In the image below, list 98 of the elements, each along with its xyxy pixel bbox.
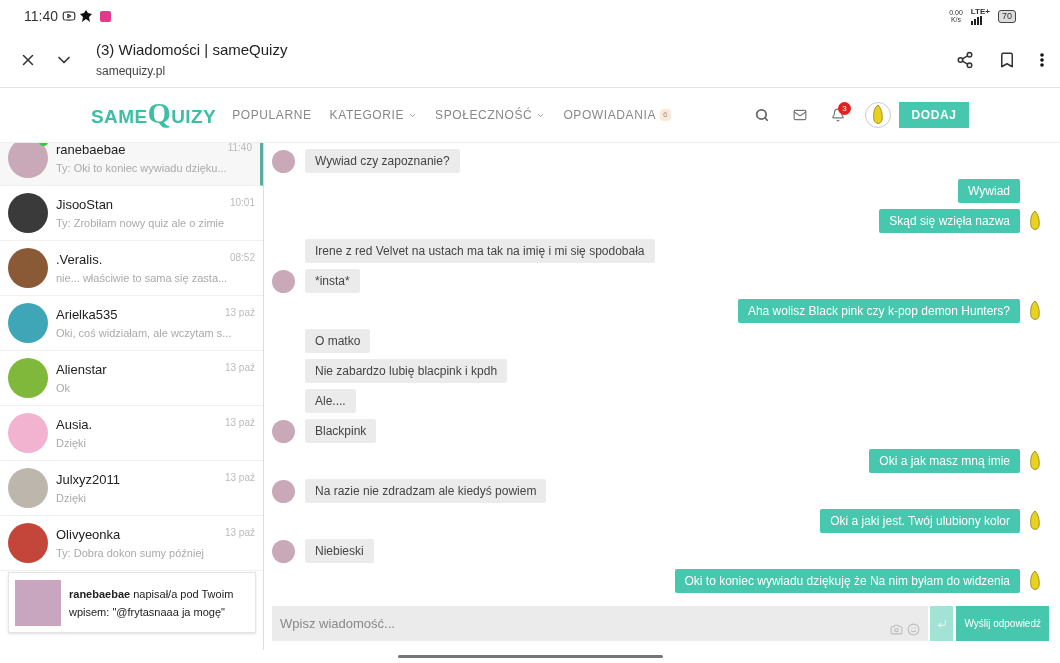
share-button[interactable] xyxy=(956,50,974,69)
search-icon xyxy=(755,108,769,122)
message-bubble: Niebieski xyxy=(305,539,374,563)
avatar xyxy=(272,539,295,563)
message-bubble: Wywiad xyxy=(958,179,1020,203)
banana-avatar-icon xyxy=(1028,570,1042,592)
message-time: 13 paź xyxy=(224,526,255,540)
avatar xyxy=(8,358,48,398)
message-preview: nie... właściwie to sama się zasta... xyxy=(56,270,229,286)
banana-avatar-icon xyxy=(871,104,885,126)
conversation-item[interactable]: Alienstar 13 paź Ok xyxy=(0,351,263,406)
banana-avatar-icon xyxy=(1028,210,1042,232)
message-time: 11:40 xyxy=(227,143,252,155)
notification-badge: 3 xyxy=(838,102,851,115)
message-time: 13 paź xyxy=(224,361,255,375)
message-bubble: Nie zabardzo lubię blacpink i kpdh xyxy=(305,359,508,383)
bookmark-button[interactable] xyxy=(998,50,1016,69)
contact-name: Arielka535 xyxy=(56,306,118,324)
message-bubble: Oki to koniec wywiadu dziękuję że Na nim byłam do widzenia xyxy=(674,569,1020,593)
signal-icon xyxy=(970,15,983,25)
message-bubble: Blackpink xyxy=(305,419,377,443)
conversation-item[interactable]: .Veralis. 08:52 nie... właściwie to sama się zasta... xyxy=(0,241,263,296)
message-preview: Ty: Oki to koniec wywiadu dzięku... xyxy=(56,160,228,176)
more-options-button[interactable] xyxy=(1040,52,1044,67)
count-badge: 6 xyxy=(660,109,672,121)
contact-name: JisooStan xyxy=(56,196,114,214)
avatar xyxy=(8,523,48,563)
avatar xyxy=(8,248,48,288)
banana-avatar-icon xyxy=(1028,510,1042,532)
message-bubble: *insta* xyxy=(305,269,360,293)
conversation-item[interactable]: Julxyz2011 13 paź Dzięki xyxy=(0,461,263,516)
page-url: samequizy.pl xyxy=(96,62,167,80)
message-bubble: Oki a jak masz mną imie xyxy=(869,449,1020,473)
clock-time: 11:40 xyxy=(24,6,58,26)
contact-name: Olivyeonka xyxy=(56,526,121,544)
notifications-button[interactable] xyxy=(831,108,845,122)
message-bubble: Irene z red Velvet na ustach ma tak na imię i mi się spodobała xyxy=(305,239,655,263)
avatar xyxy=(8,468,48,508)
message-input[interactable]: Wpisz wiadomość... xyxy=(280,613,891,634)
message-time: 13 paź xyxy=(224,471,255,485)
mail-icon xyxy=(793,108,807,122)
message-bubble: Aha wolisz Black pink czy k-pop demon Hunters? xyxy=(737,299,1020,323)
nav-link[interactable]: SPOŁECZNOŚĆ xyxy=(435,106,546,124)
contact-name: ranebaebae xyxy=(56,143,126,159)
message-preview: Dzięki xyxy=(56,490,87,506)
message-preview: Dzięki xyxy=(56,435,87,451)
bell-icon xyxy=(831,108,845,122)
contact-name: Alienstar xyxy=(56,361,107,379)
avatar xyxy=(8,193,48,233)
contact-name: .Veralis. xyxy=(56,251,103,269)
notification-text: ranebaebae napisał/a pod Twoim wpisem: "@frytasnaaa ja mogę" xyxy=(69,586,235,620)
message-bubble: O matko xyxy=(305,329,371,353)
battery-indicator: 70 xyxy=(998,9,1016,23)
message-time: 13 paź xyxy=(224,416,255,430)
avatar xyxy=(272,269,295,293)
avatar xyxy=(8,303,48,343)
banana-avatar-icon xyxy=(1028,300,1042,322)
nav-link[interactable]: KATEGORIE xyxy=(329,106,418,124)
conversation-item[interactable]: Arielka535 13 paź Oki, coś widziałam, ale wczytam s... xyxy=(0,296,263,351)
photo-placeholder xyxy=(15,579,61,626)
message-time: 13 paź xyxy=(224,306,255,320)
message-time: 08:52 xyxy=(229,251,255,265)
avatar xyxy=(272,419,295,443)
video-app-icon xyxy=(62,9,76,23)
message-bubble: Na razie nie zdradzam ale kiedyś powiem xyxy=(305,479,547,503)
message-time: 10:01 xyxy=(229,196,255,210)
message-preview: Ty: Zrobiłam nowy quiz ale o zimie xyxy=(56,215,226,231)
mail-button[interactable] xyxy=(793,108,807,122)
message-bubble: Oki a jaki jest. Twój ulubiony kolor xyxy=(820,509,1020,533)
search-button[interactable] xyxy=(755,108,769,122)
avatar xyxy=(8,143,48,178)
avatar xyxy=(272,149,295,173)
enter-icon xyxy=(936,618,947,629)
conversation-item[interactable]: Olivyeonka 13 paź Ty: Dobra dokon sumy później xyxy=(0,516,263,571)
notification-popup[interactable]: ranebaebae napisał/a pod Twoim wpisem: "@frytasnaaa ja mogę" xyxy=(8,572,256,633)
message-preview: Ty: Dobra dokon sumy później xyxy=(56,545,205,561)
network-type: LTE+ xyxy=(970,7,990,16)
avatar xyxy=(272,479,295,503)
contact-name: Julxyz2011 xyxy=(56,471,121,489)
message-preview: Ok xyxy=(56,380,72,396)
more-options-icon xyxy=(1040,52,1044,67)
conversation-item[interactable]: Ausia. 13 paź Dzięki xyxy=(0,406,263,461)
message-bubble: Skąd się wzięła nazwa xyxy=(879,209,1020,233)
banana-avatar-icon xyxy=(1028,450,1042,472)
avatar xyxy=(8,413,48,453)
message-bubble: Wywiad czy zapoznanie? xyxy=(305,149,460,173)
message-bubble: Ale.... xyxy=(305,389,356,413)
page-title: (3) Wiadomości | sameQuizy xyxy=(96,40,288,61)
contact-name: Ausia. xyxy=(56,416,93,434)
nav-link[interactable]: OPOWIADANIA 6 xyxy=(563,106,672,124)
bookmark-icon xyxy=(998,50,1016,69)
nav-link[interactable]: POPULARNE xyxy=(232,106,312,124)
app-icon xyxy=(100,10,111,22)
share-icon xyxy=(956,50,974,69)
conversation-item[interactable]: ranebaebae 11:40 Ty: Oki to koniec wywiadu dzięku... xyxy=(0,143,263,186)
message-preview: Oki, coś widziałam, ale wczytam s... xyxy=(56,325,233,341)
message-field[interactable]: Wpisz wiadomość... xyxy=(272,606,929,641)
conversation-item[interactable]: JisooStan 10:01 Ty: Zrobiłam nowy quiz ale o zimie xyxy=(0,186,263,241)
